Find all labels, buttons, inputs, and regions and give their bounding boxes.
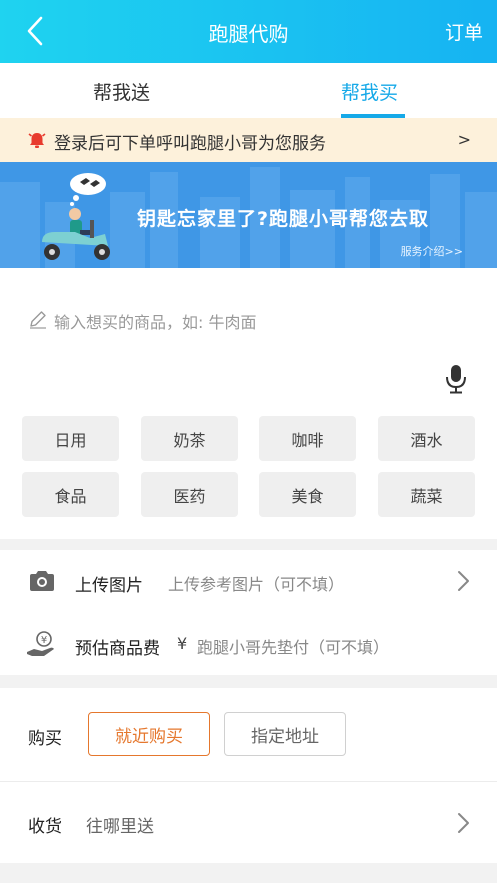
login-notice-bar[interactable]: 登录后可下单呼叫跑腿小哥为您服务 > [0, 118, 497, 162]
category-chip[interactable]: 酒水 [378, 416, 475, 461]
estimated-fee-hint: 跑腿小哥先垫付（可不填） [197, 638, 390, 657]
specified-address-option[interactable]: 指定地址 [224, 712, 346, 756]
buy-nearby-option[interactable]: 就近购买 [88, 712, 210, 756]
purchase-item-card: 输入想买的商品，如: 牛肉面 日用 奶茶 咖啡 酒水 食品 医药 美食 蔬菜 [0, 268, 497, 539]
currency-symbol: ¥ [177, 634, 188, 653]
service-intro-link[interactable]: 服务介绍>> [401, 243, 463, 259]
banner-headline: 钥匙忘家里了?跑腿小哥帮您去取 [137, 208, 430, 230]
app-header: 跑腿代购 订单 [0, 0, 497, 63]
courier-scooter-illustration [42, 173, 110, 260]
chevron-right-icon [458, 813, 469, 833]
upload-image-label: 上传图片 [75, 576, 143, 596]
alarm-bell-icon [28, 133, 46, 148]
camera-icon [30, 571, 54, 591]
category-chip[interactable]: 食品 [22, 472, 119, 517]
category-chip[interactable]: 咖啡 [259, 416, 356, 461]
chevron-right-icon [458, 571, 469, 591]
money-hand-icon: ¥ [27, 631, 54, 656]
pencil-icon [30, 311, 46, 329]
promo-banner[interactable]: 钥匙忘家里了?跑腿小哥帮您去取 服务介绍>> [0, 162, 497, 268]
tab-bar: 帮我送 帮我买 [0, 63, 497, 118]
tab-buy-for-me[interactable]: 帮我买 [341, 78, 398, 105]
category-chip[interactable]: 蔬菜 [378, 472, 475, 517]
tab-send-for-me[interactable]: 帮我送 [93, 78, 150, 105]
svg-text:¥: ¥ [41, 635, 47, 646]
receive-address-input[interactable]: 往哪里送 [86, 812, 154, 837]
upload-image-hint: 上传参考图片（可不填） [168, 575, 345, 594]
receive-label: 收货 [28, 817, 62, 837]
estimated-fee-label: 预估商品费 [75, 639, 160, 659]
item-input[interactable]: 输入想买的商品，如: 牛肉面 [54, 309, 256, 333]
notice-arrow: > [457, 130, 471, 149]
category-chip[interactable]: 美食 [259, 472, 356, 517]
notice-text: 登录后可下单呼叫跑腿小哥为您服务 [54, 134, 326, 154]
divider [0, 781, 497, 782]
category-chip[interactable]: 日用 [22, 416, 119, 461]
upload-fee-card: 上传图片 上传参考图片（可不填） ¥ 预估商品费 ¥ 跑腿小哥先垫付（可不填） [0, 550, 497, 675]
delivery-card: 购买 就近购买 指定地址 收货 往哪里送 [0, 688, 497, 863]
buy-label: 购买 [28, 729, 62, 749]
page-title: 跑腿代购 [208, 22, 289, 46]
category-chip[interactable]: 医药 [141, 472, 238, 517]
orders-button[interactable]: 订单 [445, 18, 483, 45]
category-chip[interactable]: 奶茶 [141, 416, 238, 461]
microphone-icon[interactable] [444, 363, 468, 395]
